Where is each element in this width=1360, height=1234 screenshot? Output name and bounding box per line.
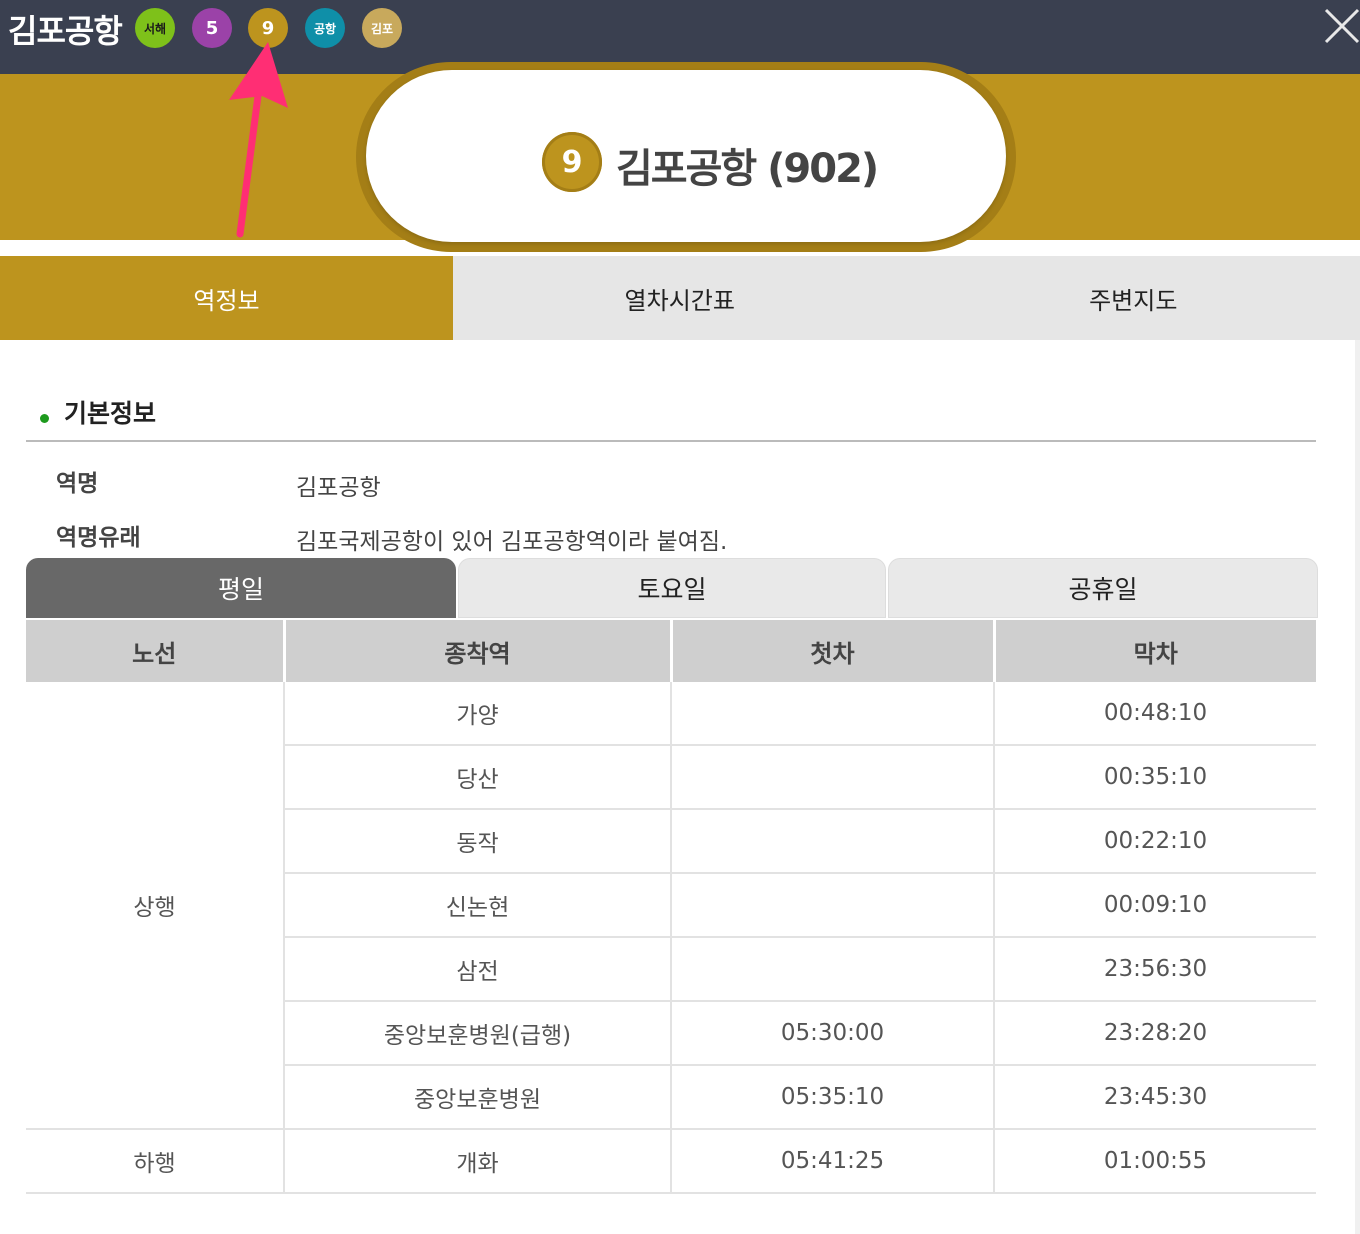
line-badge[interactable]: 9 bbox=[248, 8, 288, 48]
last-train-cell: 23:28:20 bbox=[993, 1001, 1316, 1066]
header-last-train: 막차 bbox=[994, 620, 1316, 682]
main-tabs: 역정보 열차시간표 주변지도 bbox=[0, 256, 1360, 340]
table-row: 하행 개화 05:41:25 01:00:55 bbox=[26, 1129, 1316, 1194]
station-name-heading: 김포공항 (902) bbox=[616, 146, 879, 192]
station-name-pill: 9 김포공항 (902) bbox=[356, 62, 1016, 252]
last-train-cell: 00:09:10 bbox=[993, 873, 1316, 938]
header-first-train: 첫차 bbox=[671, 620, 996, 682]
direction-cell: 상행 bbox=[26, 682, 284, 1130]
scrollbar[interactable] bbox=[1355, 340, 1360, 1234]
table-header-row: 노선 종착역 첫차 막차 bbox=[26, 620, 1316, 682]
first-train-cell bbox=[670, 745, 994, 810]
first-train-cell bbox=[670, 682, 994, 746]
line-badge[interactable]: 5 bbox=[192, 8, 232, 48]
terminal-cell: 당산 bbox=[283, 745, 671, 810]
line-badge[interactable]: 공항 bbox=[305, 8, 345, 48]
timetable: 노선 종착역 첫차 막차 상행 가양 00:48:10 당산 00:35:10 동작 00:… bbox=[26, 620, 1316, 1194]
bullet-dot-icon bbox=[40, 414, 49, 423]
info-value: 김포국제공항이 있어 김포공항역이라 붙여짐. bbox=[296, 529, 728, 555]
first-train-cell: 05:41:25 bbox=[670, 1129, 994, 1194]
tab-station-info[interactable]: 역정보 bbox=[0, 256, 453, 340]
line-badge[interactable]: 서해 bbox=[135, 8, 175, 48]
last-train-cell: 01:00:55 bbox=[993, 1129, 1316, 1194]
terminal-cell: 중앙보훈병원 bbox=[283, 1065, 671, 1130]
tab-weekday[interactable]: 평일 bbox=[26, 558, 456, 618]
first-train-cell: 05:30:00 bbox=[670, 1001, 994, 1066]
last-train-cell: 00:48:10 bbox=[993, 682, 1316, 746]
info-key: 역명 bbox=[56, 471, 99, 497]
close-icon[interactable] bbox=[1322, 6, 1360, 46]
tab-timetable[interactable]: 열차시간표 bbox=[453, 256, 907, 340]
first-train-cell bbox=[670, 873, 994, 938]
last-train-cell: 00:35:10 bbox=[993, 745, 1316, 810]
last-train-cell: 23:45:30 bbox=[993, 1065, 1316, 1130]
first-train-cell bbox=[670, 809, 994, 874]
table-row: 상행 가양 00:48:10 bbox=[26, 682, 1316, 1130]
header-terminal: 종착역 bbox=[284, 620, 673, 682]
direction-cell: 하행 bbox=[26, 1129, 284, 1194]
day-tabs: 평일 토요일 공휴일 bbox=[26, 558, 1318, 620]
first-train-cell bbox=[670, 937, 994, 1002]
section-basic-info: 기본정보 bbox=[26, 392, 1316, 442]
terminal-cell: 동작 bbox=[283, 809, 671, 874]
terminal-cell: 신논현 bbox=[283, 873, 671, 938]
line-9-badge: 9 bbox=[542, 132, 602, 192]
info-value: 김포공항 bbox=[296, 475, 381, 501]
tab-saturday[interactable]: 토요일 bbox=[458, 558, 886, 618]
header-line: 노선 bbox=[26, 620, 286, 682]
terminal-cell: 삼전 bbox=[283, 937, 671, 1002]
first-train-cell: 05:35:10 bbox=[670, 1065, 994, 1130]
terminal-cell: 가양 bbox=[283, 682, 671, 746]
last-train-cell: 23:56:30 bbox=[993, 937, 1316, 1002]
tab-nearby-map[interactable]: 주변지도 bbox=[907, 256, 1360, 340]
section-title: 기본정보 bbox=[64, 399, 157, 428]
tab-holiday[interactable]: 공휴일 bbox=[888, 558, 1318, 618]
station-title: 김포공항 bbox=[8, 12, 123, 50]
line-badge[interactable]: 김포 bbox=[362, 8, 402, 48]
last-train-cell: 00:22:10 bbox=[993, 809, 1316, 874]
terminal-cell: 중앙보훈병원(급행) bbox=[283, 1001, 671, 1066]
terminal-cell: 개화 bbox=[283, 1129, 671, 1194]
info-key: 역명유래 bbox=[56, 525, 141, 551]
